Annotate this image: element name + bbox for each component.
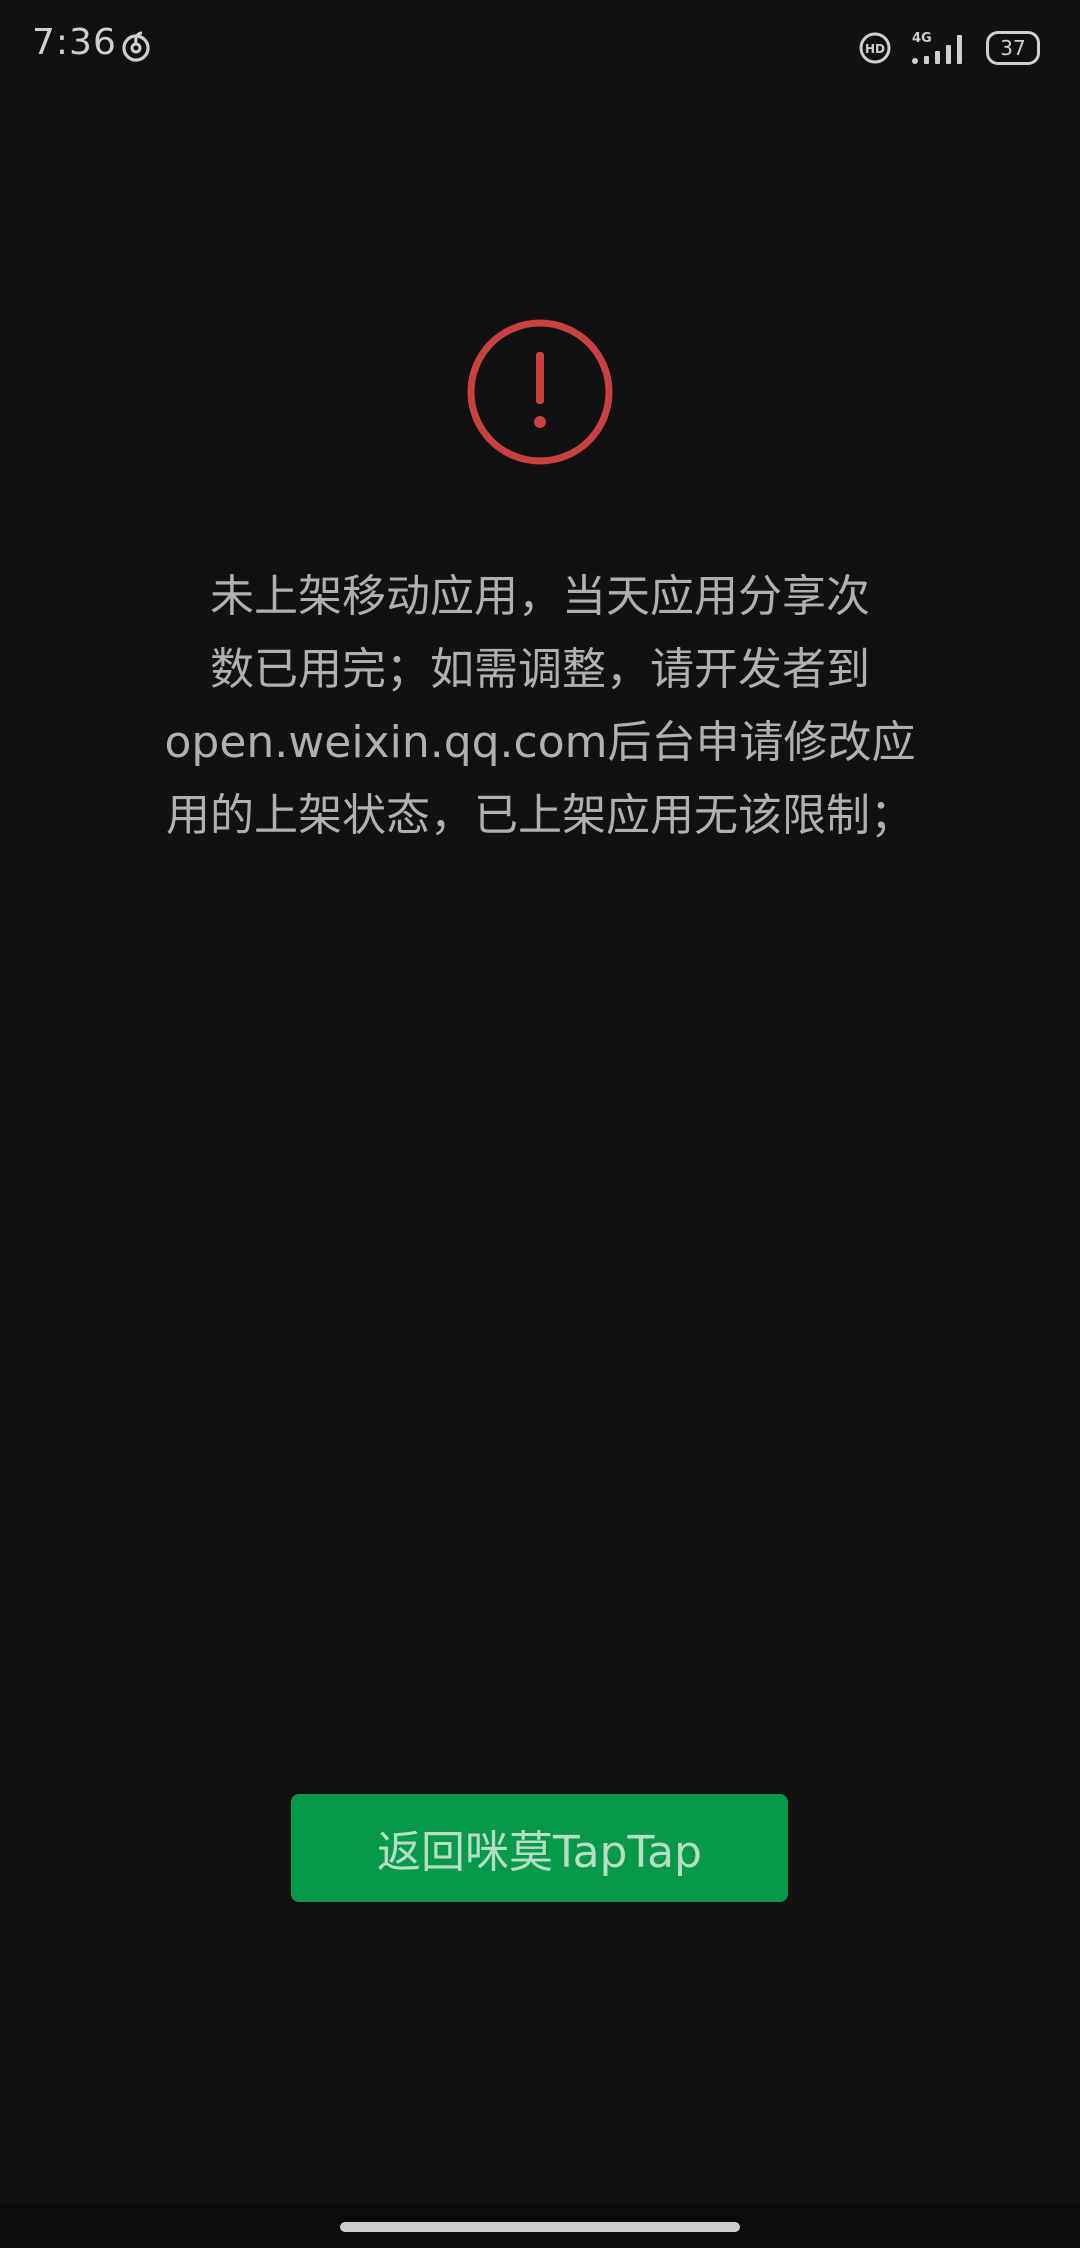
error-message-line: 未上架移动应用，当天应用分享次 — [210, 571, 870, 622]
navigation-bar — [0, 2204, 1080, 2248]
status-bar: 7:36 HD 4G 37 — [0, 0, 1080, 96]
svg-text:HD: HD — [865, 42, 885, 56]
netease-music-icon — [122, 31, 150, 62]
status-time: 7:36 — [32, 22, 117, 63]
return-to-app-button[interactable]: 返回咪莫TapTap — [291, 1794, 788, 1902]
battery-indicator: 37 — [986, 31, 1040, 65]
error-message-line: open.weixin.qq.com后台申请修改应 — [164, 717, 916, 768]
warning-exclamation-icon — [467, 319, 613, 465]
home-indicator[interactable] — [340, 2222, 740, 2232]
status-indicators: HD 4G 37 — [858, 28, 1040, 68]
battery-level: 37 — [1000, 36, 1026, 60]
hd-icon: HD — [859, 32, 891, 64]
error-message-line: 数已用完；如需调整，请开发者到 — [210, 644, 870, 695]
error-message: 未上架移动应用，当天应用分享次 数已用完；如需调整，请开发者到 open.wei… — [150, 560, 930, 852]
signal-icon: 4G — [912, 31, 962, 64]
network-type-label: 4G — [912, 31, 932, 46]
error-message-line: 用的上架状态，已上架应用无该限制； — [166, 790, 914, 841]
